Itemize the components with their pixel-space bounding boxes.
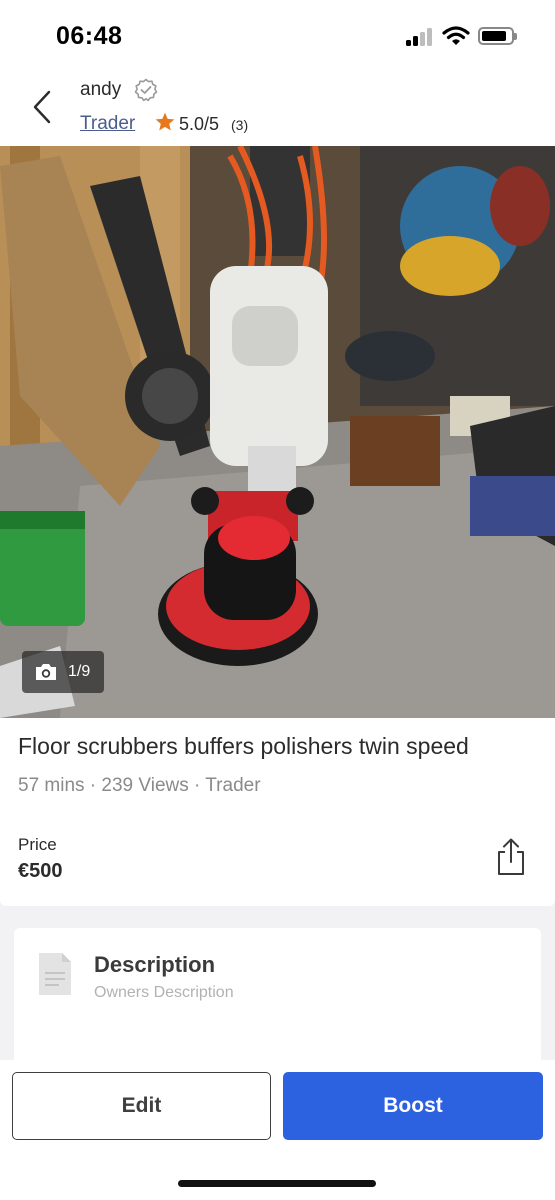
rating-count[interactable]: (3) — [231, 117, 248, 133]
status-time: 06:48 — [56, 22, 123, 50]
battery-icon — [478, 27, 514, 45]
star-icon — [155, 112, 175, 131]
rating-value: 5.0/5 — [179, 114, 220, 134]
status-bar: 06:48 — [0, 0, 555, 66]
wifi-icon — [442, 26, 470, 45]
listing-photo[interactable]: 1/9 — [0, 146, 555, 718]
listing-info-card: Floor scrubbers buffers polishers twin s… — [0, 718, 555, 906]
description-subtitle: Owners Description — [94, 984, 234, 1001]
home-indicator[interactable] — [178, 1180, 376, 1187]
photo-counter[interactable]: 1/9 — [22, 651, 104, 693]
share-button[interactable] — [494, 837, 528, 877]
photo-counter-label: 1/9 — [68, 663, 91, 680]
share-icon — [498, 838, 524, 875]
listing-screen: 06:48 andy Trader 5.0/5 (3) 1/9 Floor sc… — [0, 0, 555, 1200]
seller-header: andy Trader 5.0/5 (3) — [0, 66, 555, 146]
chevron-left-icon — [33, 90, 51, 124]
cellular-signal-icon — [406, 28, 434, 46]
back-button[interactable] — [22, 82, 62, 132]
bottom-action-bar: Edit Boost — [0, 1060, 555, 1200]
boost-button[interactable]: Boost — [283, 1072, 543, 1140]
description-title: Description — [94, 952, 216, 977]
listing-meta: 57 mins · 239 Views · Trader — [18, 775, 261, 796]
price-value: €500 — [18, 860, 63, 882]
listing-title: Floor scrubbers buffers polishers twin s… — [18, 733, 469, 759]
seller-name[interactable]: andy — [80, 79, 121, 101]
verified-badge-icon — [134, 78, 158, 102]
document-icon — [39, 953, 71, 995]
trader-badge-link[interactable]: Trader — [80, 113, 135, 135]
camera-icon — [36, 664, 56, 680]
edit-button[interactable]: Edit — [12, 1072, 271, 1140]
floor-polisher-image — [0, 146, 555, 718]
price-label: Price — [18, 835, 57, 854]
